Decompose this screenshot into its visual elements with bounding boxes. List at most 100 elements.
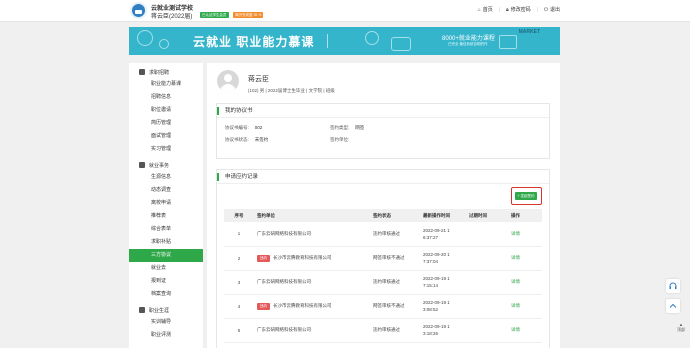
expire-time — [466, 222, 508, 247]
sidebar-item-tripartite-agreement[interactable]: 三方协议 — [129, 249, 203, 262]
resume-completion-badge[interactable]: 简历完成度 35 % — [233, 12, 264, 18]
career-icon — [139, 307, 145, 313]
agreement-status: 协议书状态: 未签约 — [225, 137, 268, 143]
banner-subtitle: 8000+就业能力课程 — [442, 36, 495, 42]
sidebar-item-recruitment[interactable]: 招聘信息 — [129, 91, 203, 104]
time-clock: 3:08:52 — [423, 307, 439, 312]
initiate-signing-button[interactable]: + 发起签约 — [515, 192, 537, 200]
logout-label: 退出 — [549, 7, 560, 13]
sidebar-item-report-card[interactable]: 报到证 — [129, 275, 203, 288]
agreement-card-title: 我的协议书 — [217, 104, 549, 118]
row-number: 3 — [224, 270, 254, 295]
details-link[interactable]: 详情 — [508, 318, 542, 343]
banner-decoration — [365, 31, 379, 45]
column-header: 签约单位 — [254, 209, 370, 222]
time-clock: 6:37:27 — [423, 234, 439, 240]
banner-market-label: MARKET — [518, 29, 540, 35]
expire-time — [466, 294, 508, 319]
home-link[interactable]: ⌂ 首页 — [478, 6, 493, 14]
student-name: 蒋云臣(2022届) — [151, 14, 193, 20]
signing-status: 违约审核通过 — [370, 222, 420, 247]
sidebar-item-destination[interactable]: 就业去 — [129, 262, 203, 275]
applications-table: 序号 签约单位 签约状态 最新操作时间 过期时间 操作 1 广东云研网络科技有限… — [224, 209, 542, 343]
headset-icon — [669, 282, 677, 289]
banner-divider — [327, 34, 328, 48]
row-number: 5 — [224, 318, 254, 343]
sidebar-item-assessment[interactable]: 职业评测 — [129, 329, 203, 342]
table-row: 2 违约 长沙市云腾教育科技有限公司 网签审核不通过 2022-09-20 1 7:… — [224, 246, 542, 271]
details-link[interactable]: 详情 — [508, 222, 542, 247]
unit-name: 广东云研网络科技有限公司 — [257, 327, 311, 332]
sidebar-item-subsidy[interactable]: 求职补贴 — [129, 236, 203, 249]
signing-unit: 广东云研网络科技有限公司 — [254, 318, 370, 343]
sidebar-item-leave-application[interactable]: 离校申请 — [129, 197, 203, 210]
avatar — [217, 70, 239, 92]
row-number: 4 — [224, 294, 254, 319]
logout-link[interactable]: ⏻ 退出 — [544, 6, 560, 14]
column-header: 操作 — [508, 209, 542, 222]
scroll-up-button[interactable] — [666, 299, 680, 313]
latest-operation-time: 2022-09-19 1 3:08:52 — [420, 294, 466, 319]
applications-card: 申请应约记录 + 发起签约 序号 签约单位 签约状态 最新操作时间 过期时间 操… — [216, 169, 550, 348]
school-logo-icon — [130, 2, 147, 19]
agreement-card: 我的协议书 协议书编号: 002 签约类型: 网签 协议书状态: 未签约 签约单位: — [216, 103, 550, 159]
sidebar-item-forms[interactable]: 综合表单 — [129, 223, 203, 236]
change-password-link[interactable]: 🔒︎ 修改密码 — [506, 6, 531, 14]
field-value: 未签约 — [254, 137, 269, 142]
time-clock: 7:37:04 — [423, 259, 439, 264]
details-link[interactable]: 详情 — [508, 246, 542, 271]
table-header-row: 序号 签约单位 签约状态 最新操作时间 过期时间 操作 — [224, 209, 542, 222]
customer-service-button[interactable] — [666, 279, 680, 293]
field-label: 签约单位: — [330, 137, 350, 142]
top-header: 云就业测试学校 蒋云臣(2022届) 已认证学生会员 简历完成度 35 % ⌂ … — [0, 0, 690, 22]
time-clock: 7:15:14 — [423, 283, 439, 288]
sidebar-item-internship[interactable]: 实习管理 — [129, 143, 203, 156]
latest-operation-time: 2022-09-21 1 6:37:27 — [420, 222, 466, 247]
back-to-top-label: 顶部 — [677, 327, 685, 332]
agreement-number: 协议书编号: 002 — [225, 125, 262, 131]
sidebar-item-resume[interactable]: 简历管理 — [129, 117, 203, 130]
latest-operation-time: 2022-09-19 1 3:18:26 — [420, 318, 466, 343]
column-header: 过期时间 — [466, 209, 508, 222]
details-link[interactable]: 详情 — [508, 294, 542, 319]
signing-unit: 广东云研网络科技有限公司 — [254, 222, 370, 247]
agreement-type: 签约类型: 网签 — [330, 125, 364, 131]
signing-status: 网签审核不通过 — [370, 246, 420, 271]
sidebar-item-interview[interactable]: 面试管理 — [129, 130, 203, 143]
course-banner[interactable]: 云就业 职业能力慕课 8000+就业能力课程 已完全 最佳系统自助的作 MARK… — [129, 27, 560, 55]
sidebar-item-training[interactable]: 实训辅导 — [129, 316, 203, 329]
table-row: 5 广东云研网络科技有限公司 违约审核通过 2022-09-19 1 3:18:2… — [224, 318, 542, 343]
banner-decoration — [391, 37, 411, 51]
sidebar-item-job-invites[interactable]: 职位邀请 — [129, 104, 203, 117]
table-row: 4 违约 长沙市云腾教育科技有限公司 网签审核不通过 2022-09-19 1 3:… — [224, 294, 542, 319]
sidebar-item-mooc[interactable]: 职业能力慕课 — [129, 78, 203, 91]
signing-status: 违约审核通过 — [370, 270, 420, 295]
sidebar-group-career: 职业生涯 — [129, 304, 203, 316]
row-number: 1 — [224, 222, 254, 247]
nav-divider: | — [498, 6, 501, 13]
signing-status: 网签审核不通过 — [370, 294, 420, 319]
main-content: 蒋云臣 (102) 男 | 2022届博士生毕业 | 文学院 | 班级 我的协议… — [207, 63, 560, 348]
sidebar: 求职招聘 职业能力慕课 招聘信息 职位邀请 简历管理 面试管理 实习管理 就业事… — [129, 63, 203, 348]
banner-caption: 已完全 最佳系统自助的作 — [448, 42, 488, 46]
time-date: 2022-09-19 1 — [423, 300, 450, 305]
top-nav: ⌂ 首页 | 🔒︎ 修改密码 | ⏻ 退出 — [478, 6, 560, 14]
field-label: 协议书状态: — [225, 137, 249, 142]
sidebar-item-student-info[interactable]: 生源信息 — [129, 171, 203, 184]
details-link[interactable]: 详情 — [508, 270, 542, 295]
power-icon: ⏻ — [544, 6, 548, 13]
back-to-top-button[interactable]: ▲ 顶部 — [674, 322, 688, 332]
user-icon — [139, 69, 145, 75]
sidebar-group-affairs: 就业事务 — [129, 159, 203, 171]
change-password-label: 修改密码 — [510, 7, 531, 13]
sidebar-item-recommendation[interactable]: 推荐表 — [129, 210, 203, 223]
breach-tag: 违约 — [257, 302, 270, 310]
unit-name: 长沙市云腾教育科技有限公司 — [273, 254, 332, 260]
field-value: 网签 — [355, 125, 365, 130]
sidebar-item-survey[interactable]: 动态调查 — [129, 184, 203, 197]
table-row: 1 广东云研网络科技有限公司 违约审核通过 2022-09-21 1 6:37:2… — [224, 222, 542, 247]
sidebar-item-archive[interactable]: 档案查询 — [129, 288, 203, 301]
add-button-highlight: + 发起签约 — [511, 187, 542, 205]
signing-status: 违约审核通过 — [370, 318, 420, 343]
unit-name: 广东云研网络科技有限公司 — [257, 230, 311, 236]
